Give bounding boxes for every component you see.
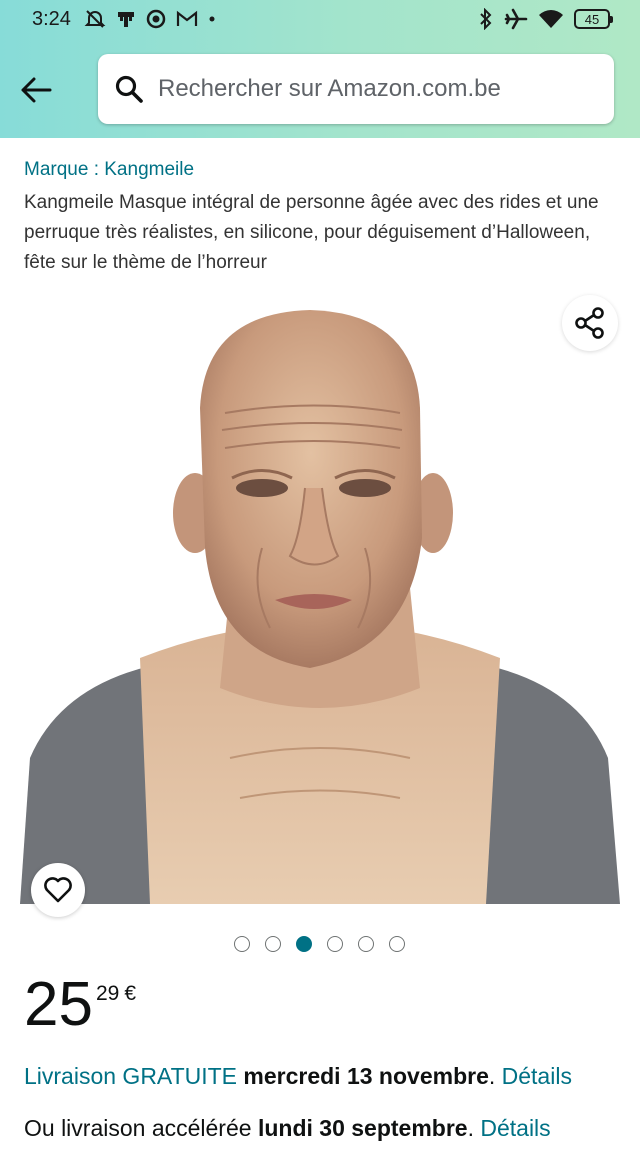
back-button[interactable] xyxy=(18,72,54,108)
battery-icon: 45 xyxy=(574,9,613,29)
bluetooth-icon xyxy=(478,7,494,31)
mute-alarm-icon xyxy=(84,7,106,31)
search-icon xyxy=(112,72,146,106)
gmail-icon xyxy=(176,7,198,31)
carousel-dot[interactable] xyxy=(296,936,312,952)
search-bar[interactable] xyxy=(98,54,614,124)
free-delivery-details-link[interactable]: Détails xyxy=(502,1063,572,1089)
wifi-icon xyxy=(538,7,564,31)
heart-outline-icon xyxy=(44,877,72,903)
carousel-dot[interactable] xyxy=(234,936,250,952)
status-icons-right: 45 xyxy=(478,7,613,31)
airplane-mode-icon xyxy=(504,7,528,31)
carousel-dot[interactable] xyxy=(389,936,405,952)
dot-icon xyxy=(208,7,216,31)
app-header: 3:24 45 Rechercher sur Amazon.com.be xyxy=(0,0,640,138)
carousel-dot[interactable] xyxy=(327,936,343,952)
share-button[interactable] xyxy=(562,295,618,351)
brand-link[interactable]: Marque : Kangmeile xyxy=(24,159,194,181)
product-image[interactable] xyxy=(0,288,640,924)
price-fraction: 29 xyxy=(95,982,120,1005)
product-title: Kangmeile Masque intégral de personne âg… xyxy=(24,192,599,273)
wishlist-button[interactable] xyxy=(31,863,85,917)
carousel-dot[interactable] xyxy=(265,936,281,952)
carousel-dot[interactable] xyxy=(358,936,374,952)
free-delivery-label: Livraison GRATUITE xyxy=(24,1063,238,1089)
price: 25 29 € xyxy=(24,972,136,1038)
status-time: 3:24 xyxy=(32,8,71,30)
delivery-express: Ou livraison accélérée lundi 30 septembr… xyxy=(24,1115,551,1142)
status-bar: 3:24 45 xyxy=(0,0,640,40)
status-icons-left xyxy=(84,7,216,31)
price-currency: € xyxy=(124,982,137,1005)
signal-tower-icon xyxy=(116,7,136,31)
mask-illustration xyxy=(20,310,620,904)
express-delivery-details-link[interactable]: Détails xyxy=(480,1115,550,1141)
image-carousel-dots xyxy=(234,936,405,952)
screen-record-icon xyxy=(146,7,166,31)
express-delivery-date: lundi 30 septembre xyxy=(257,1115,468,1141)
share-icon xyxy=(575,307,604,339)
free-delivery-date: mercredi 13 novembre xyxy=(243,1063,489,1089)
delivery-free: Livraison GRATUITE mercredi 13 novembre.… xyxy=(24,1063,572,1090)
arrow-left-icon xyxy=(21,77,52,103)
punct: . xyxy=(467,1115,474,1141)
punct: . xyxy=(488,1063,496,1089)
express-delivery-label: Ou livraison accélérée xyxy=(24,1115,252,1141)
price-whole: 25 xyxy=(24,970,93,1039)
search-input[interactable] xyxy=(158,75,598,103)
